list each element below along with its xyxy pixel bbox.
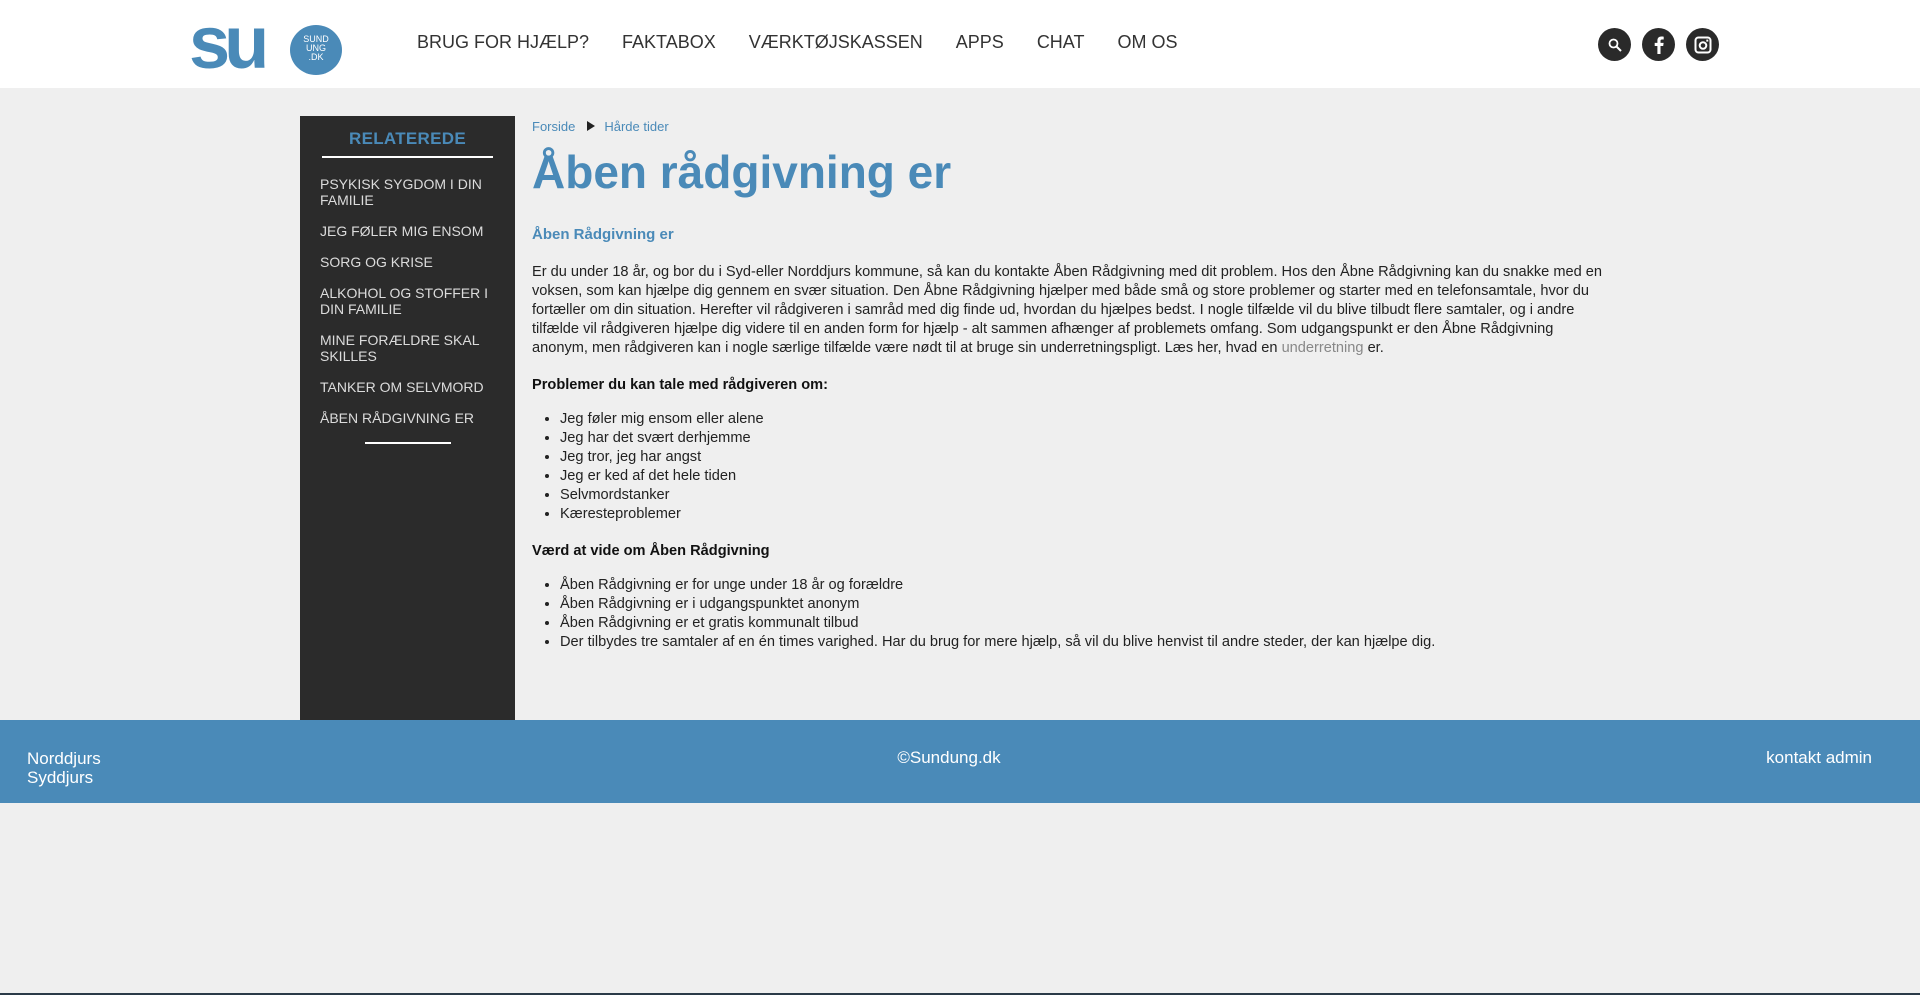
sidebar-item-aaben-raadgivning[interactable]: ÅBEN RÅDGIVNING ER [320, 410, 502, 426]
sidebar-title: RELATEREDE [349, 129, 466, 148]
page-title: Åben rådgivning er [532, 146, 952, 198]
main-content: Forside Hårde tider Åben rådgivning er Å… [532, 116, 1612, 652]
intro-paragraph: Er du under 18 år, og bor du i Syd-eller… [532, 263, 1607, 358]
footer-contact-link[interactable]: kontakt admin [1766, 748, 1872, 768]
intro-text-part1: Er du under 18 år, og bor du i Syd-eller… [532, 264, 1603, 356]
list-item: Jeg tror, jeg har angst [560, 448, 1612, 467]
nav-item-toolbox[interactable]: VÆRKTØJSKASSEN [749, 32, 923, 56]
list-item: Åben Rådgivning er et gratis kommunalt t… [560, 614, 1612, 633]
problems-list: Jeg føler mig ensom eller alene Jeg har … [532, 410, 1612, 524]
logo-mark: su [189, 1, 269, 84]
instagram-icon [1694, 36, 1711, 53]
facts-list: Åben Rådgivning er for unge under 18 år … [532, 576, 1612, 652]
breadcrumb: Forside Hårde tider [532, 116, 1612, 136]
underretning-link[interactable]: underretning [1282, 340, 1364, 356]
sidebar-item-psykisk-sygdom[interactable]: PSYKISK SYGDOM I DIN FAMILIE [320, 176, 502, 208]
site-header: su SUND UNG .DK BRUG FOR HJÆLP? FAKTABOX… [0, 0, 1920, 88]
header-icon-group [1598, 28, 1719, 61]
search-icon [1608, 38, 1622, 52]
main-nav: BRUG FOR HJÆLP? FAKTABOX VÆRKTØJSKASSEN … [417, 32, 1211, 56]
list-item: Åben Rådgivning er for unge under 18 år … [560, 576, 1612, 595]
nav-item-about[interactable]: OM OS [1117, 32, 1177, 56]
footer-link-syddjurs[interactable]: Syddjurs [27, 768, 101, 787]
sidebar-item-ensom[interactable]: JEG FØLER MIG ENSOM [320, 223, 502, 239]
search-button[interactable] [1598, 28, 1631, 61]
sidebar-item-skilsmisse[interactable]: MINE FORÆLDRE SKAL SKILLES [320, 332, 502, 364]
breadcrumb-arrow-icon [587, 121, 596, 131]
list-item: Jeg føler mig ensom eller alene [560, 410, 1612, 429]
list-item: Åben Rådgivning er i udgangspunktet anon… [560, 595, 1612, 614]
logo-bubble: SUND UNG .DK [290, 25, 342, 75]
sidebar-title-divider [322, 156, 493, 158]
site-logo[interactable]: su SUND UNG .DK [189, 1, 349, 84]
sidebar-item-sorg-krise[interactable]: SORG OG KRISE [320, 254, 502, 270]
sidebar-item-alkohol-stoffer[interactable]: ALKOHOL OG STOFFER I DIN FAMILIE [320, 285, 502, 317]
facebook-button[interactable] [1642, 28, 1675, 61]
sidebar-end-divider [365, 442, 451, 444]
related-sidebar: RELATEREDE PSYKISK SYGDOM I DIN FAMILIE … [300, 116, 515, 721]
facts-heading: Værd at vide om Åben Rådgivning [532, 543, 770, 559]
breadcrumb-home[interactable]: Forside [532, 119, 575, 134]
intro-text-part2: er. [1363, 340, 1384, 356]
nav-item-apps[interactable]: APPS [956, 32, 1004, 56]
footer-copyright: ©Sundung.dk [897, 748, 1001, 767]
sidebar-item-selvmord[interactable]: TANKER OM SELVMORD [320, 379, 502, 395]
list-item: Der tilbydes tre samtaler af en én times… [560, 633, 1612, 652]
logo-bubble-text: SUND UNG .DK [303, 34, 329, 62]
sidebar-list: PSYKISK SYGDOM I DIN FAMILIE JEG FØLER M… [320, 176, 502, 441]
nav-item-help[interactable]: BRUG FOR HJÆLP? [417, 32, 589, 56]
list-item: Jeg er ked af det hele tiden [560, 467, 1612, 486]
problems-heading: Problemer du kan tale med rådgiveren om: [532, 377, 829, 393]
nav-item-chat[interactable]: CHAT [1037, 32, 1085, 56]
site-footer: Norddjurs Syddjurs ©Sundung.dk kontakt a… [0, 720, 1920, 803]
list-item: Kæresteproblemer [560, 505, 1612, 524]
facebook-icon [1654, 36, 1664, 54]
instagram-button[interactable] [1686, 28, 1719, 61]
list-item: Jeg har det svært derhjemme [560, 429, 1612, 448]
nav-item-faktabox[interactable]: FAKTABOX [622, 32, 716, 56]
breadcrumb-current[interactable]: Hårde tider [604, 119, 668, 134]
page-subtitle: Åben Rådgivning er [532, 226, 674, 243]
list-item: Selvmordstanker [560, 486, 1612, 505]
